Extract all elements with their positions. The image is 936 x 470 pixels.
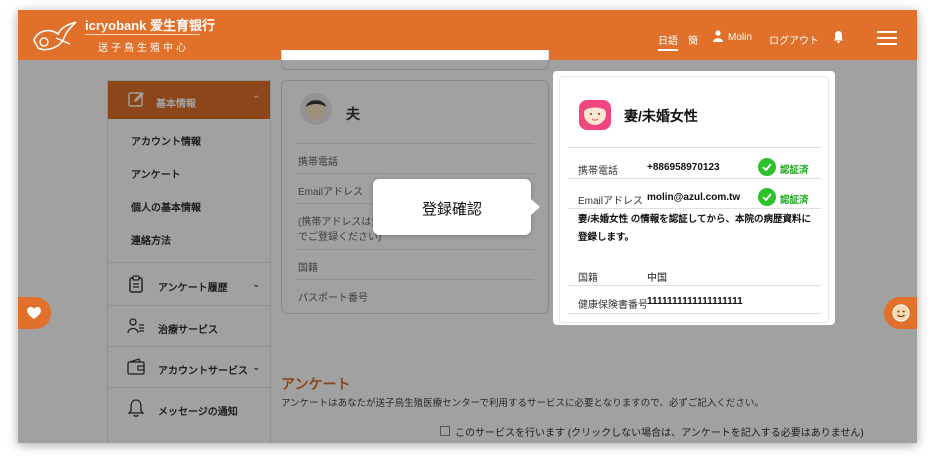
divider <box>568 285 821 286</box>
stork-logo-icon[interactable] <box>30 18 78 54</box>
divider <box>568 178 821 179</box>
divider <box>568 313 821 314</box>
tooltip-text: 登録確認 <box>421 201 482 218</box>
nav-lang-japanese[interactable]: 日語 <box>658 32 678 51</box>
user-icon <box>713 30 723 42</box>
label-email: Emailアドレス <box>578 196 644 207</box>
wife-card-inner: 妻/未婚女性 携帯電話 +886958970123 認証済 Emailアドレス … <box>559 76 829 323</box>
checkmark-icon <box>758 158 776 176</box>
value-nationality: 中国 <box>647 273 667 284</box>
divider <box>568 208 821 209</box>
wife-confirm-card: 妻/未婚女性 携帯電話 +886958970123 認証済 Emailアドレス … <box>553 71 835 325</box>
brand-name: icryobank 爱生育银行 <box>85 18 216 33</box>
brand-divider <box>85 34 200 35</box>
favorites-side-tab[interactable] <box>18 297 51 329</box>
female-avatar-icon <box>579 100 611 130</box>
verification-note: 妻/未婚女性 の情報を認証してから、本院の病歴資料に登録します。 <box>578 214 811 243</box>
nav-logout[interactable]: ログアウト <box>769 32 819 47</box>
email-verified-badge: 認証済 <box>758 188 820 206</box>
wife-card-title: 妻/未婚女性 <box>624 108 698 124</box>
brand-subtitle: 送子鳥生殖中心 <box>98 43 189 54</box>
value-phone: +886958970123 <box>647 162 720 173</box>
nav-user[interactable]: Molin <box>728 32 752 43</box>
value-email: molin@azul.com.tw <box>647 192 741 203</box>
verified-text: 認証済 <box>780 195 809 206</box>
checkmark-icon <box>758 188 776 206</box>
nav-lang-chinese[interactable]: 簡 <box>688 32 698 47</box>
bell-icon[interactable] <box>833 31 844 43</box>
heart-icon <box>27 306 41 319</box>
smiley-face-icon <box>892 304 910 322</box>
registration-confirm-tooltip: 登録確認 <box>373 179 540 235</box>
support-side-tab[interactable] <box>884 297 917 329</box>
label-insurance: 健康保険書番号 <box>578 300 648 311</box>
label-nationality: 国籍 <box>578 273 598 284</box>
divider <box>568 147 821 148</box>
app-window: icryobank 爱生育银行 送子鳥生殖中心 日語 簡 Molin ログアウト… <box>18 10 917 443</box>
label-phone: 携帯電話 <box>578 166 618 177</box>
value-insurance: 1111111111111111111 <box>647 296 743 307</box>
verified-text: 認証済 <box>780 165 809 176</box>
hamburger-menu-icon[interactable] <box>877 31 897 45</box>
phone-verified-badge: 認証済 <box>758 158 820 176</box>
